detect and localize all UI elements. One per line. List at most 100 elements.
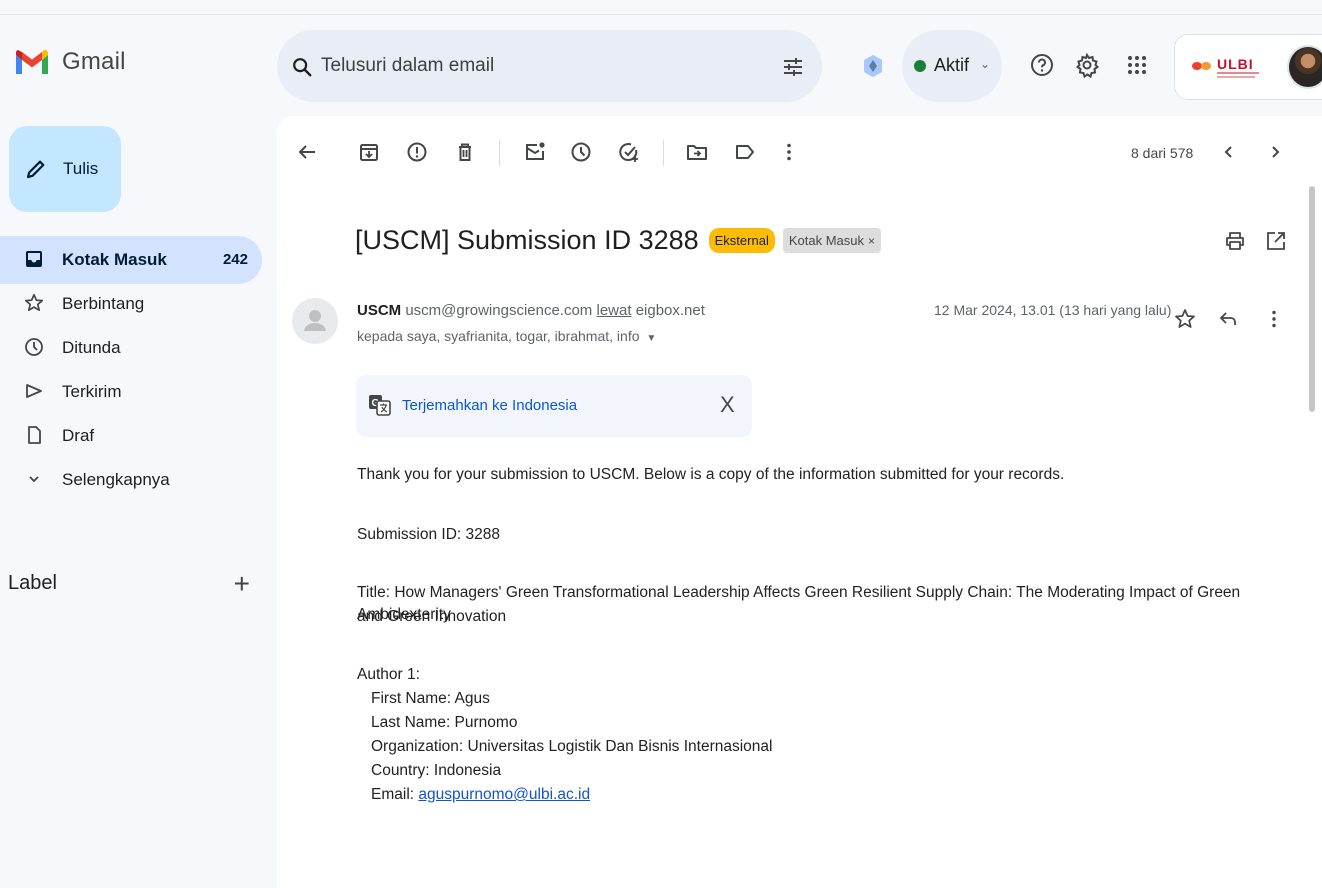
send-icon — [26, 384, 42, 398]
translate-link[interactable]: Terjemahkan ke Indonesia — [402, 397, 577, 414]
author-email-link[interactable]: aguspurnomo@ulbi.ac.id — [418, 786, 590, 803]
print-icon[interactable] — [1224, 230, 1246, 252]
settings-icon[interactable] — [1074, 52, 1100, 78]
body-country: Country: Indonesia — [371, 762, 502, 779]
open-in-new-window-icon[interactable] — [1265, 230, 1287, 252]
sidebar-item-more[interactable]: Selengkapnya — [0, 456, 262, 504]
organization-logo-text: ULBI — [1217, 56, 1254, 72]
delete-icon[interactable] — [453, 140, 477, 164]
toolbar-divider — [663, 140, 664, 166]
status-label: Aktif — [934, 55, 970, 75]
email-subject: [USCM] Submission ID 3288 — [355, 224, 699, 255]
add-label-icon[interactable]: + — [234, 568, 250, 600]
snooze-icon[interactable] — [569, 140, 593, 164]
sidebar-item-inbox[interactable]: Kotak Masuk 242 — [0, 236, 262, 284]
sender-name[interactable]: USCM — [357, 302, 401, 319]
archive-icon[interactable] — [357, 140, 381, 164]
message-toolbar: 8 dari 578 — [277, 136, 1322, 170]
pagination-text: 8 dari 578 — [1131, 145, 1194, 161]
older-chevron-icon[interactable] — [1263, 140, 1287, 164]
more-options-icon[interactable] — [1263, 308, 1285, 330]
sidebar-item-label: Ditunda — [62, 338, 121, 357]
labels-section: Label + — [8, 568, 256, 600]
sender-email: uscm@growingscience.com — [405, 302, 593, 319]
sidebar-item-label: Kotak Masuk — [62, 250, 167, 269]
star-icon — [24, 293, 44, 312]
header: Gmail Aktif ⌄ — [0, 28, 1322, 104]
star-icon[interactable] — [1174, 308, 1196, 330]
email-date: 12 Mar 2024, 13.01 (13 hari yang lalu) — [934, 302, 1172, 318]
more-options-icon[interactable] — [777, 140, 801, 164]
mark-unread-icon[interactable] — [523, 140, 547, 164]
pencil-icon — [26, 160, 45, 179]
newer-chevron-icon[interactable] — [1217, 140, 1241, 164]
label-icon[interactable] — [733, 140, 757, 164]
sidebar-item-drafts[interactable]: Draf — [0, 412, 262, 460]
body-email-line: Email: aguspurnomo@ulbi.ac.id — [357, 784, 590, 806]
scrollbar[interactable] — [1309, 186, 1315, 412]
sidebar-item-label: Draf — [62, 426, 95, 445]
account-switcher[interactable]: ULBI — [1174, 34, 1322, 100]
person-icon — [304, 310, 326, 331]
logo-subline — [1217, 76, 1255, 78]
report-spam-icon[interactable] — [405, 140, 429, 164]
move-to-icon[interactable] — [685, 140, 709, 164]
sender-avatar[interactable] — [292, 298, 338, 344]
add-to-tasks-icon[interactable] — [617, 140, 641, 164]
sidebar-nav: Kotak Masuk 242 Berbintang Ditunda Terki… — [0, 236, 262, 504]
sidebar-item-label: Berbintang — [62, 294, 145, 313]
translate-icon: G — [369, 395, 391, 416]
sender-info: USCM uscm@growingscience.com lewat eigbo… — [357, 302, 705, 319]
search-options-icon[interactable] — [781, 55, 805, 79]
sidebar-item-label: Selengkapnya — [62, 470, 170, 489]
body-last-name: Last Name: Purnomo — [371, 714, 518, 731]
compose-button[interactable]: Tulis — [9, 126, 121, 212]
ulbi-logo-icon — [1192, 62, 1211, 70]
status-dot — [914, 60, 926, 72]
search-icon[interactable] — [291, 56, 313, 78]
via-domain: eigbox.net — [635, 302, 705, 319]
body-submission-id: Submission ID: 3288 — [357, 526, 501, 543]
avatar[interactable] — [1287, 45, 1322, 89]
sidebar-item-starred[interactable]: Berbintang — [0, 280, 262, 328]
body-title-line2: and Green Innovation — [357, 608, 507, 625]
close-translate-icon[interactable]: X — [720, 392, 735, 418]
subject-row: [USCM] Submission ID 3288 Eksternal Kota… — [355, 220, 882, 260]
reply-icon[interactable] — [1217, 308, 1239, 330]
message-panel: 8 dari 578 [USCM] Submission ID 3288 Eks… — [277, 116, 1322, 888]
logo-subline — [1217, 72, 1259, 74]
body-email-label: Email: — [371, 786, 419, 803]
body-first-name: First Name: Agus — [371, 690, 490, 707]
top-divider — [0, 14, 1322, 15]
labels-heading: Label — [8, 572, 57, 594]
gmail-logo-icon — [16, 49, 48, 74]
clock-icon — [25, 338, 43, 356]
organization-logo: ULBI — [1191, 53, 1281, 81]
sidebar-item-label: Terkirim — [62, 382, 122, 401]
search-bar[interactable] — [277, 30, 822, 102]
external-badge: Eksternal — [708, 227, 775, 253]
body-organization: Organization: Universitas Logistik Dan B… — [371, 738, 773, 755]
inbox-label-chip-text: Kotak Masuk — [788, 232, 864, 248]
via-link[interactable]: lewat — [596, 302, 631, 319]
translate-banner: G Terjemahkan ke Indonesia X — [356, 375, 752, 437]
back-arrow-icon[interactable] — [295, 140, 319, 164]
inbox-label-chip[interactable]: Kotak Masuk × — [782, 227, 882, 253]
help-icon[interactable] — [1029, 52, 1055, 78]
search-input[interactable] — [321, 50, 741, 82]
chevron-down-icon — [29, 476, 39, 483]
sidebar-item-snoozed[interactable]: Ditunda — [0, 324, 262, 372]
recipients-text: kepada saya, syafrianita, togar, ibrahma… — [357, 328, 640, 344]
remove-label-icon[interactable]: × — [868, 234, 875, 248]
gemini-icon[interactable] — [862, 54, 884, 78]
unread-count: 242 — [222, 251, 248, 268]
status-selector[interactable]: Aktif ⌄ — [902, 30, 1002, 102]
chevron-down-icon: ⌄ — [980, 57, 991, 71]
inbox-icon — [26, 251, 42, 267]
sidebar-item-sent[interactable]: Terkirim — [0, 368, 262, 416]
gmail-logo[interactable]: Gmail — [14, 48, 126, 76]
body-intro: Thank you for your submission to USCM. B… — [357, 466, 1065, 483]
apps-grid-icon[interactable] — [1124, 52, 1150, 78]
recipients-dropdown[interactable]: kepada saya, syafrianita, togar, ibrahma… — [357, 328, 656, 344]
draft-icon — [28, 426, 41, 444]
